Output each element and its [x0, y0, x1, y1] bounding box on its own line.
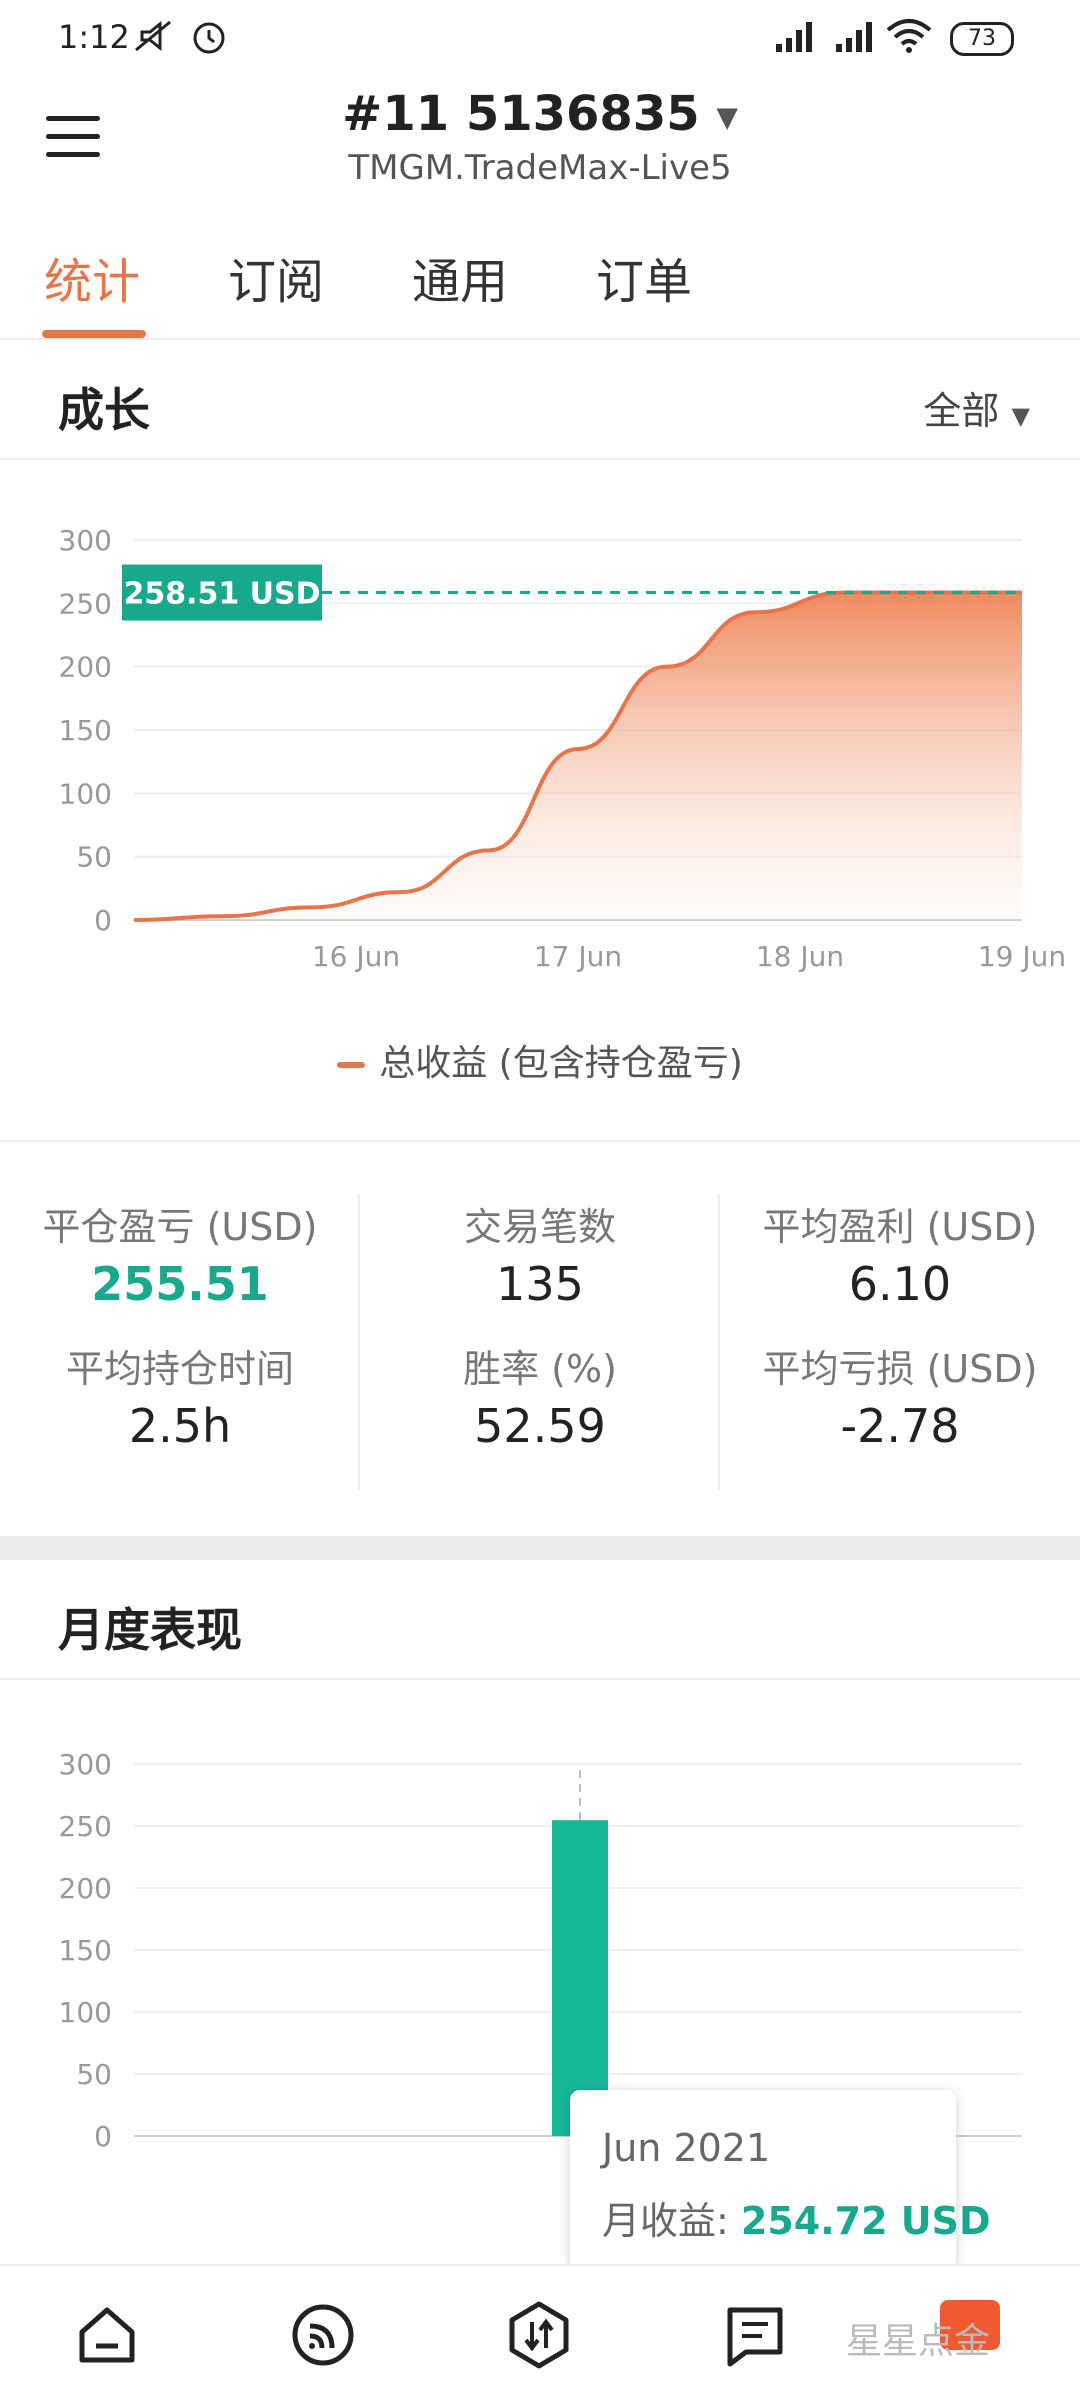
stat-avg-loss: 平均亏损 (USD) -2.78: [762, 1347, 1038, 1453]
x-tick-label: 17 Jun: [534, 940, 622, 973]
stats-panel: 平仓盈亏 (USD) 255.51 交易笔数 135 平均盈利 (USD) 6.…: [0, 1140, 1080, 1522]
y-tick-label: 300: [59, 524, 112, 557]
signal-feed-icon[interactable]: [288, 2300, 358, 2370]
tab-subscribe[interactable]: 订阅: [228, 242, 324, 312]
stat-win-rate: 胜率 (%) 52.59: [463, 1347, 617, 1453]
x-axis: 16 Jun 17 Jun 18 Jun 19 Jun: [312, 940, 1066, 973]
y-tick-label: 150: [59, 714, 112, 747]
y-tick-label: 300: [59, 1748, 112, 1781]
growth-chart[interactable]: 0 50 100 150 200 250 300 16 Jun 17 Jun 18 Jun 19 …: [0, 470, 1080, 1110]
tooltip-label: 月收益:: [602, 2199, 741, 2243]
section-separator: [0, 1536, 1080, 1560]
tab-orders[interactable]: 订单: [596, 242, 692, 312]
chevron-down-icon: ▼: [1011, 402, 1030, 430]
stat-avg-profit: 平均盈利 (USD) 6.10: [762, 1205, 1038, 1311]
x-tick-label: 18 Jun: [756, 940, 844, 973]
growth-header: 成长 全部 ▼: [0, 340, 1080, 460]
header: #11 5136835 ▼ TMGM.TradeMax-Live5: [0, 76, 1080, 200]
server-name: TMGM.TradeMax-Live5: [348, 148, 732, 188]
tooltip-line: 月收益: 254.72 USD: [602, 2190, 991, 2245]
tab-indicator: [42, 330, 146, 338]
value-badge-text: 258.51 USD: [123, 577, 320, 612]
y-tick-label: 50: [76, 841, 112, 874]
tab-stats[interactable]: 统计: [44, 242, 140, 312]
y-tick-label: 250: [59, 587, 112, 620]
y-tick-label: 0: [94, 904, 112, 937]
y-tick-label: 100: [59, 1996, 112, 2029]
wifi-icon: [886, 19, 932, 53]
stat-avg-hold: 平均持仓时间 2.5h: [65, 1347, 294, 1453]
y-axis: 0 50 100 150 200 250 300: [59, 524, 112, 937]
growth-title: 成长: [58, 383, 150, 437]
account-number: #11 5136835: [342, 86, 700, 142]
area-fill: [134, 592, 1022, 920]
y-tick-label: 250: [59, 1810, 112, 1843]
range-label: 全部: [923, 389, 1000, 433]
bars: [552, 1820, 608, 2136]
legend-label: 总收益 (包含持仓盈亏): [379, 1043, 743, 1084]
tooltip-value: 254.72 USD: [740, 2199, 991, 2243]
stat-closed-pnl: 平仓盈亏 (USD) 255.51: [42, 1205, 318, 1311]
y-tick-label: 200: [59, 651, 112, 684]
tab-bar: 统计 订阅 通用 订单: [0, 210, 1080, 340]
y-tick-label: 100: [59, 777, 112, 810]
mute-icon: [135, 20, 171, 52]
legend-swatch: [337, 1062, 366, 1068]
y-tick-label: 150: [59, 1934, 112, 1967]
range-select[interactable]: 全部 ▼: [923, 380, 1030, 435]
stat-trades: 交易笔数 135: [463, 1205, 616, 1311]
bottom-nav: 星星点金: [0, 2264, 1080, 2402]
monthly-header: 月度表现: [0, 1560, 1080, 1680]
account-selector[interactable]: #11 5136835 ▼: [0, 86, 1080, 142]
y-tick-label: 50: [76, 2058, 112, 2091]
trade-icon[interactable]: [504, 2300, 574, 2370]
chevron-down-icon: ▼: [716, 100, 738, 134]
tooltip-month: Jun 2021: [602, 2126, 771, 2170]
x-tick-label: 16 Jun: [312, 940, 400, 973]
status-bar: 1:12 73: [0, 0, 1080, 76]
chart-tooltip: Jun 2021 月收益: 254.72 USD: [570, 2090, 991, 2270]
bar: [552, 1820, 608, 2136]
monthly-title: 月度表现: [58, 1603, 242, 1657]
signal-icon-2: [836, 22, 872, 52]
watermark: 星星点金: [846, 2321, 991, 2362]
y-tick-label: 200: [59, 1872, 112, 1905]
x-tick-label: 19 Jun: [978, 940, 1066, 973]
signal-icon: [776, 22, 812, 52]
legend: 总收益 (包含持仓盈亏): [0, 1034, 1080, 1086]
message-icon[interactable]: [720, 2300, 790, 2370]
battery-icon: 73: [950, 22, 1014, 56]
status-time: 1:12: [58, 18, 130, 56]
home-icon[interactable]: [72, 2300, 142, 2370]
tab-general[interactable]: 通用: [412, 242, 508, 312]
y-axis: 0 50 100 150 200 250 300: [59, 1748, 112, 2153]
alarm-icon: [193, 22, 225, 54]
y-tick-label: 0: [94, 2120, 112, 2153]
